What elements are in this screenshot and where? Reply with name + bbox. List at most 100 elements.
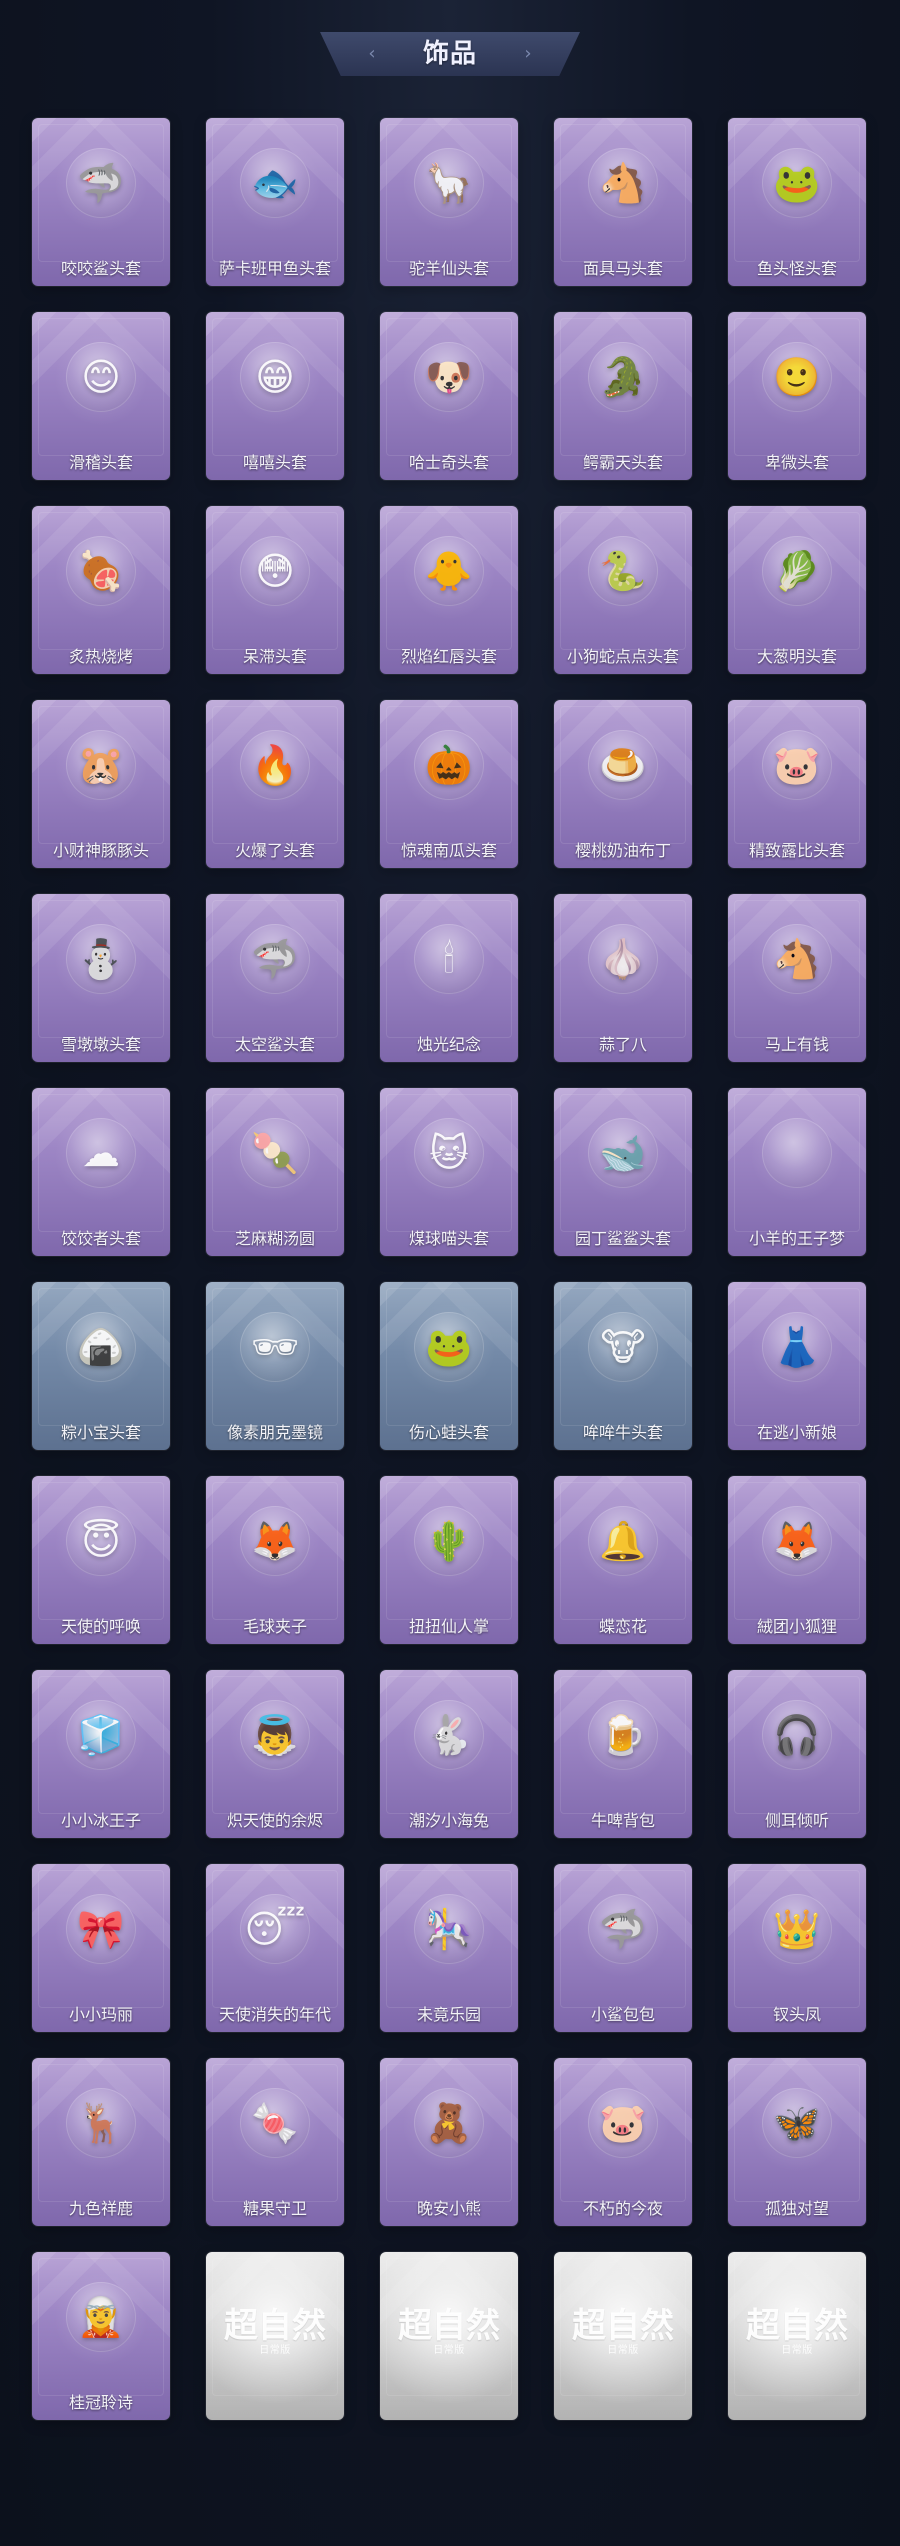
accessory-label: 天使的呼唤 — [60, 1617, 141, 1636]
accessory-card[interactable]: 🐷 不朽的今夜 — [554, 2058, 692, 2226]
accessory-label: 嘻嘻头套 — [242, 453, 307, 472]
accessory-card[interactable]: 🐋 园丁鲨鲨头套 — [554, 1088, 692, 1256]
accessory-card[interactable]: 🔔 蝶恋花 — [554, 1476, 692, 1644]
accessory-card[interactable]: 🐥 烈焰红唇头套 — [380, 506, 518, 674]
accessory-card[interactable]: 🦊 毛球夹子 — [206, 1476, 344, 1644]
accessory-card[interactable]: 🦊 絨团小狐狸 — [728, 1476, 866, 1644]
accessory-icon: 🦌 — [66, 2088, 136, 2158]
accessory-icon: 🦙 — [414, 148, 484, 218]
accessory-card[interactable]: 😁 嘻嘻头套 — [206, 312, 344, 480]
accessory-card[interactable]: ⛄ 雪墩墩头套 — [32, 894, 170, 1062]
accessory-icon: 🐴 — [762, 924, 832, 994]
accessory-card[interactable]: 🍡 芝麻糊汤圆 — [206, 1088, 344, 1256]
accessory-card[interactable]: ☁ 饺饺者头套 — [32, 1088, 170, 1256]
accessory-card[interactable]: 👗 在逃小新娘 — [728, 1282, 866, 1450]
accessory-icon: 🐋 — [588, 1118, 658, 1188]
locked-item-card[interactable]: 超自然日常版超自然 — [206, 2252, 344, 2420]
accessory-card[interactable]: 🕶 像素朋克墨镜 — [206, 1282, 344, 1450]
accessory-card[interactable]: 😇 天使的呼唤 — [32, 1476, 170, 1644]
accessory-icon: 🍺 — [588, 1700, 658, 1770]
accessory-card[interactable]: 🧊 小小冰王子 — [32, 1670, 170, 1838]
accessory-card[interactable]: 🎧 侧耳倾听 — [728, 1670, 866, 1838]
accessory-icon: 🐍 — [588, 536, 658, 606]
accessory-label: 烈焰红唇头套 — [400, 647, 497, 666]
accessory-icon: 🥬 — [762, 536, 832, 606]
accessory-card[interactable]: 🍙 粽小宝头套 — [32, 1282, 170, 1450]
accessory-card[interactable]: 😊 滑稽头套 — [32, 312, 170, 480]
accessory-card[interactable]: 🧸 晚安小熊 — [380, 2058, 518, 2226]
accessory-card[interactable]: 👼 炽天使的余烬 — [206, 1670, 344, 1838]
accessory-card[interactable]: 🎠 未竟乐园 — [380, 1864, 518, 2032]
accessory-icon: 🐱 — [414, 1118, 484, 1188]
accessory-card[interactable]: 🐷 精致露比头套 — [728, 700, 866, 868]
accessory-card[interactable]: 🐟 萨卡班甲鱼头套 — [206, 118, 344, 286]
accessory-card[interactable]: 🧄 蒜了八 — [554, 894, 692, 1062]
accessory-label: 马上有钱 — [764, 1035, 829, 1054]
locked-item-logo: 超自然 — [224, 2306, 326, 2346]
accessory-card[interactable]: 🐇 潮汐小海兔 — [380, 1670, 518, 1838]
accessory-card[interactable]: 🔥 火爆了头套 — [206, 700, 344, 868]
locked-item-card[interactable]: 超自然日常版超自然 — [554, 2252, 692, 2420]
accessory-icon: 🍙 — [66, 1312, 136, 1382]
accessory-icon: 🦋 — [762, 2088, 832, 2158]
accessory-icon: 👼 — [240, 1700, 310, 1770]
accessory-card[interactable]: 🐊 鳄霸天头套 — [554, 312, 692, 480]
accessory-card[interactable]: 🍬 糖果守卫 — [206, 2058, 344, 2226]
accessory-label: 炽天使的余烬 — [226, 1811, 323, 1830]
accessory-label: 蝶恋花 — [598, 1617, 647, 1636]
accessory-card[interactable]: 🐸 伤心蛙头套 — [380, 1282, 518, 1450]
locked-item-logo: 超自然 — [746, 2306, 848, 2346]
locked-item-subtitle: 日常版 — [259, 2345, 291, 2356]
accessory-card[interactable]: 🐍 小狗蛇点点头套 — [554, 506, 692, 674]
right-ornament-icon: › — [524, 43, 532, 64]
accessory-card[interactable]: 🦈 小鲨包包 — [554, 1864, 692, 2032]
accessory-icon: 🧝 — [66, 2282, 136, 2352]
accessory-label: 小羊的王子梦 — [748, 1229, 845, 1248]
accessory-label: 孤独对望 — [764, 2199, 829, 2218]
accessory-card[interactable]: 🎀 小小玛丽 — [32, 1864, 170, 2032]
accessory-card[interactable]: 🍖 炙热烧烤 — [32, 506, 170, 674]
accessory-label: 扭扭仙人掌 — [408, 1617, 489, 1636]
accessory-icon: 🎠 — [414, 1894, 484, 1964]
accessory-card[interactable]: 😴 天使消失的年代 — [206, 1864, 344, 2032]
accessory-card[interactable]: 👑 钗头凤 — [728, 1864, 866, 2032]
accessory-card[interactable]: 🙂 卑微头套 — [728, 312, 866, 480]
accessory-label: 天使消失的年代 — [218, 2005, 331, 2024]
accessory-card[interactable]: 🦋 孤独对望 — [728, 2058, 866, 2226]
accessory-label: 伤心蛙头套 — [408, 1423, 489, 1442]
accessory-card[interactable]: 🐱 煤球喵头套 — [380, 1088, 518, 1256]
accessory-card[interactable]: 🍮 樱桃奶油布丁 — [554, 700, 692, 868]
accessory-card[interactable]: 🧝 桂冠聆诗 — [32, 2252, 170, 2420]
accessory-card[interactable]: 🥬 大葱明头套 — [728, 506, 866, 674]
accessory-card[interactable]: 🐶 哈士奇头套 — [380, 312, 518, 480]
accessory-card[interactable]: 🐹 小财神豚豚头 — [32, 700, 170, 868]
accessory-label: 滑稽头套 — [68, 453, 133, 472]
accessory-card[interactable]: 🦈 太空鲨头套 — [206, 894, 344, 1062]
accessory-label: 面具马头套 — [582, 259, 663, 278]
accessory-card[interactable]: 🦌 九色祥鹿 — [32, 2058, 170, 2226]
accessory-card[interactable]: 🌵 扭扭仙人掌 — [380, 1476, 518, 1644]
accessory-label: 小鲨包包 — [590, 2005, 655, 2024]
accessory-card[interactable]: 🐴 面具马头套 — [554, 118, 692, 286]
accessory-card[interactable]: 🐸 鱼头怪头套 — [728, 118, 866, 286]
accessory-card[interactable]: 🎃 惊魂南瓜头套 — [380, 700, 518, 868]
locked-item-card[interactable]: 超自然日常版超自然 — [728, 2252, 866, 2420]
locked-item-card[interactable]: 超自然日常版超自然 — [380, 2252, 518, 2420]
accessory-icon: 🐸 — [414, 1312, 484, 1382]
accessory-grid: 🦈 咬咬鲨头套 🐟 萨卡班甲鱼头套 🦙 驼羊仙头套 🐴 面具马头套 🐸 鱼头怪头套 😊 滑稽头套 😁 嘻嘻… — [32, 118, 868, 2478]
accessory-card[interactable]: 🦙 驼羊仙头套 — [380, 118, 518, 286]
accessory-card[interactable]: 🐮 哞哞牛头套 — [554, 1282, 692, 1450]
accessory-card[interactable]: 🦈 咬咬鲨头套 — [32, 118, 170, 286]
accessory-card[interactable]: 小羊的王子梦 — [728, 1088, 866, 1256]
accessory-label: 煤球喵头套 — [408, 1229, 489, 1248]
accessory-card[interactable]: 🕯 烛光纪念 — [380, 894, 518, 1062]
accessory-card[interactable]: 🐴 马上有钱 — [728, 894, 866, 1062]
accessory-icon: 👑 — [762, 1894, 832, 1964]
accessory-card[interactable]: 😳 呆滞头套 — [206, 506, 344, 674]
accessory-card[interactable]: 🍺 牛啤背包 — [554, 1670, 692, 1838]
accessory-label: 牛啤背包 — [590, 1811, 655, 1830]
accessory-icon: 🎃 — [414, 730, 484, 800]
accessory-icon: 🐸 — [762, 148, 832, 218]
accessory-label: 小小冰王子 — [60, 1811, 141, 1830]
accessory-icon: 🐥 — [414, 536, 484, 606]
